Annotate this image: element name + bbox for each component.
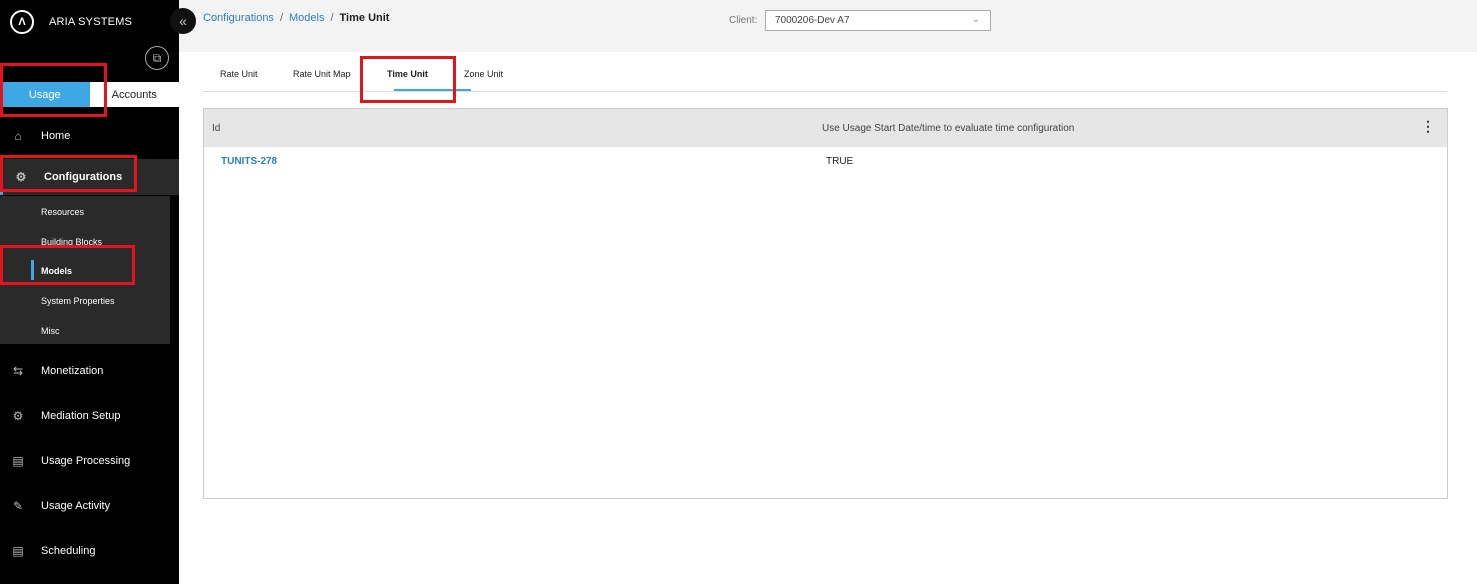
tab-zone-unit[interactable]: Zone Unit	[464, 69, 503, 79]
edit-document-icon: ✎	[12, 499, 24, 513]
client-label: Client:	[729, 15, 758, 26]
sidebar-item-configurations[interactable]: ⚙ Configurations	[0, 159, 179, 195]
document-gear-icon: ▤	[12, 544, 24, 558]
exchange-arrows-icon: ⇆	[12, 364, 24, 378]
sidebar-item-label: Usage Processing	[41, 455, 131, 467]
sidebar-item-monetization[interactable]: ⇆ Monetization	[0, 353, 179, 389]
module-tab-accounts[interactable]: Accounts	[89, 82, 179, 107]
breadcrumb-configurations[interactable]: Configurations	[203, 12, 274, 24]
popout-icon[interactable]: ⧉	[145, 46, 169, 70]
tab-rate-unit-map[interactable]: Rate Unit Map	[293, 69, 351, 79]
breadcrumb: Configurations / Models / Time Unit	[203, 12, 389, 24]
sidebar-item-label: Monetization	[41, 365, 104, 377]
column-header-use-usage-start[interactable]: Use Usage Start Date/time to evaluate ti…	[822, 123, 1074, 134]
submenu-item-resources[interactable]: Resources	[41, 207, 84, 217]
configurations-submenu	[0, 196, 170, 344]
home-icon: ⌂	[14, 129, 22, 143]
breadcrumb-models[interactable]: Models	[289, 12, 324, 24]
sidebar-item-usage-activity[interactable]: ✎ Usage Activity	[0, 488, 179, 524]
collapse-sidebar-icon[interactable]: «	[170, 8, 196, 34]
aria-logo-icon: Λ	[10, 10, 34, 34]
submenu-item-models[interactable]: Models	[41, 266, 72, 276]
sidebar-item-scheduling[interactable]: ▤ Scheduling	[0, 533, 179, 569]
sidebar-item-label: Configurations	[44, 171, 123, 183]
brand-name: ARIA SYSTEMS	[49, 16, 133, 28]
time-unit-grid: Id Use Usage Start Date/time to evaluate…	[203, 108, 1448, 499]
sidebar: Λ ARIA SYSTEMS ⧉ Usage Accounts ⌂ Home ⚙…	[0, 0, 179, 584]
tab-rate-unit[interactable]: Rate Unit	[220, 69, 258, 79]
client-select[interactable]: 7000206-Dev A7 ⌄	[765, 10, 991, 31]
client-select-value: 7000206-Dev A7	[775, 15, 850, 26]
chevron-down-icon: ⌄	[971, 14, 980, 25]
submenu-item-building-blocks[interactable]: Building Blocks	[41, 237, 102, 247]
sidebar-item-home[interactable]: ⌂ Home	[0, 118, 179, 154]
sidebar-item-label: Home	[41, 130, 71, 142]
gears-icon: ⚙	[15, 170, 27, 184]
settings-box-icon: ⚙	[12, 409, 24, 423]
table-row[interactable]: TUNITS-278 TRUE	[204, 147, 1447, 175]
sidebar-item-usage-processing[interactable]: ▤ Usage Processing	[0, 443, 179, 479]
submenu-item-system-properties[interactable]: System Properties	[41, 296, 115, 306]
submenu-item-misc[interactable]: Misc	[41, 326, 60, 336]
grid-header: Id Use Usage Start Date/time to evaluate…	[204, 109, 1447, 147]
breadcrumb-separator: /	[279, 12, 283, 24]
document-gear-icon: ▤	[12, 454, 24, 468]
sidebar-item-label: Usage Activity	[41, 500, 111, 512]
sidebar-item-label: Scheduling	[41, 545, 96, 557]
tab-bar: Rate Unit Rate Unit Map Time Unit Zone U…	[203, 52, 1447, 92]
active-tab-underline	[394, 89, 471, 91]
column-header-id[interactable]: Id	[212, 123, 220, 134]
active-submenu-indicator	[31, 260, 34, 280]
sidebar-item-label: Mediation Setup	[41, 410, 121, 422]
row-id-link[interactable]: TUNITS-278	[221, 156, 277, 167]
more-options-icon[interactable]: ⋮	[1421, 119, 1435, 133]
row-use-usage-start: TRUE	[826, 156, 854, 167]
tab-time-unit[interactable]: Time Unit	[387, 69, 428, 79]
module-switch: Usage Accounts	[0, 82, 179, 107]
main-content: Rate Unit Rate Unit Map Time Unit Zone U…	[179, 52, 1477, 584]
breadcrumb-current: Time Unit	[339, 12, 390, 24]
breadcrumb-separator: /	[330, 12, 334, 24]
module-tab-usage[interactable]: Usage	[0, 82, 90, 107]
sidebar-item-mediation-setup[interactable]: ⚙ Mediation Setup	[0, 398, 179, 434]
brand[interactable]: Λ ARIA SYSTEMS	[10, 10, 132, 34]
